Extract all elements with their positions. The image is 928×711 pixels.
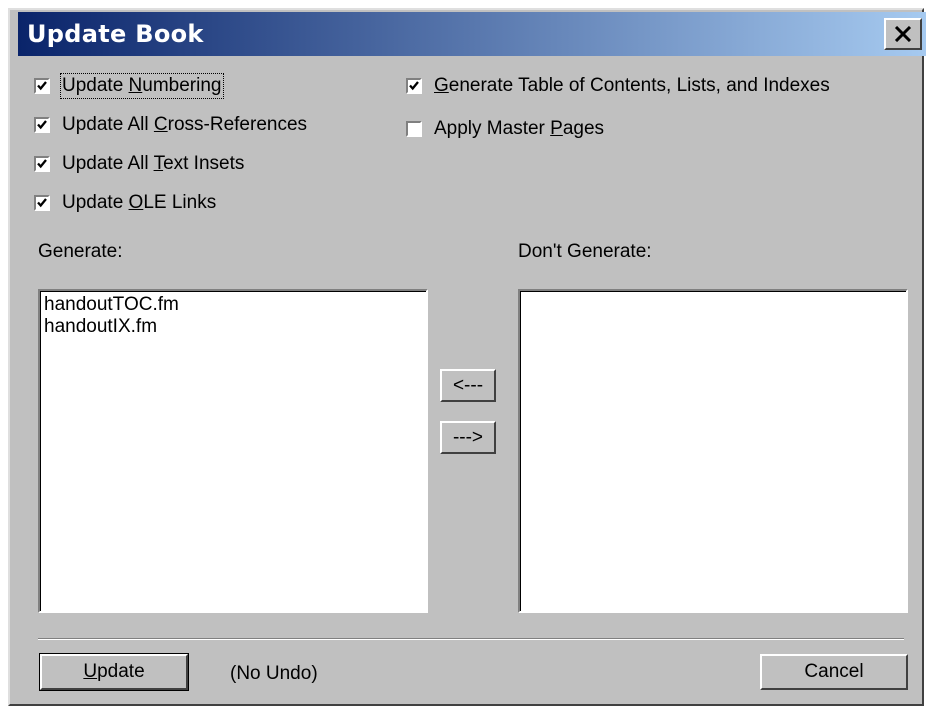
update-numbering-checkbox[interactable]: Update Numbering — [34, 73, 224, 99]
update-numbering-label: Update Numbering — [60, 73, 224, 99]
update-cross-references-label: Update All Cross-References — [62, 114, 308, 135]
update-book-dialog: Update Book Update Numbering Update All … — [8, 8, 926, 706]
checkbox-box[interactable] — [406, 121, 422, 137]
move-to-generate-button[interactable]: <--- — [440, 369, 496, 402]
update-cross-references-checkbox[interactable]: Update All Cross-References — [34, 114, 307, 136]
checkbox-box[interactable] — [34, 117, 50, 133]
update-button-label: Update — [83, 661, 145, 682]
close-button[interactable] — [884, 18, 922, 50]
checkmark-icon — [37, 120, 47, 130]
checkbox-box[interactable] — [406, 78, 422, 94]
close-icon — [894, 26, 912, 42]
separator — [38, 638, 904, 640]
no-undo-note: (No Undo) — [230, 663, 318, 684]
dont-generate-listbox[interactable] — [518, 289, 908, 613]
generate-label: Generate: — [38, 241, 123, 262]
dont-generate-label: Don't Generate: — [518, 241, 652, 262]
update-button[interactable]: Update — [39, 653, 189, 691]
generate-toc-label: Generate Table of Contents, Lists, and I… — [434, 75, 830, 96]
apply-master-pages-label: Apply Master Pages — [434, 118, 605, 139]
update-text-insets-checkbox[interactable]: Update All Text Insets — [34, 153, 244, 175]
list-item[interactable]: handoutTOC.fm — [40, 294, 426, 316]
checkmark-icon — [37, 159, 47, 169]
move-to-dont-generate-button[interactable]: ---> — [440, 421, 496, 454]
apply-master-pages-checkbox[interactable]: Apply Master Pages — [406, 118, 604, 140]
update-ole-links-checkbox[interactable]: Update OLE Links — [34, 192, 216, 214]
checkmark-icon — [37, 81, 47, 91]
title-bar[interactable]: Update Book — [18, 12, 926, 56]
list-item[interactable]: handoutIX.fm — [40, 316, 426, 338]
generate-toc-checkbox[interactable]: Generate Table of Contents, Lists, and I… — [406, 75, 830, 97]
checkmark-icon — [37, 198, 47, 208]
checkbox-box[interactable] — [34, 156, 50, 172]
generate-listbox[interactable]: handoutTOC.fm handoutIX.fm — [38, 289, 428, 613]
checkbox-box[interactable] — [34, 78, 50, 94]
update-text-insets-label: Update All Text Insets — [62, 153, 245, 174]
cancel-button[interactable]: Cancel — [760, 654, 908, 690]
dialog-title: Update Book — [27, 20, 204, 48]
update-ole-links-label: Update OLE Links — [62, 192, 217, 213]
checkbox-box[interactable] — [34, 195, 50, 211]
checkmark-icon — [409, 81, 419, 91]
